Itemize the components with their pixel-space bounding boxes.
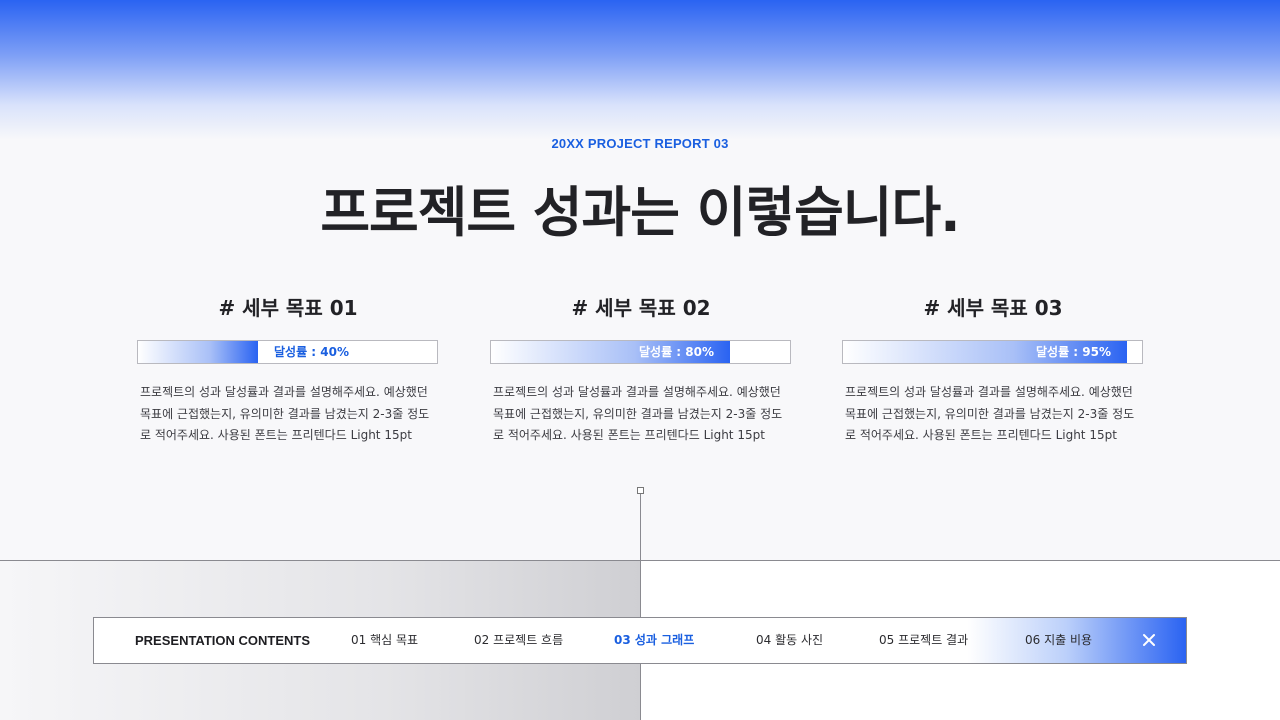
nav-item-project-result[interactable]: 05 프로젝트 결과 <box>879 618 968 663</box>
nav-item-expenses[interactable]: 06 지출 비용 <box>1025 618 1092 663</box>
goal-card-03: # 세부 목표 03 달성률 : 95% 프로젝트의 성과 달성률과 결과를 설… <box>842 294 1144 447</box>
nav-item-core-goal[interactable]: 01 핵심 목표 <box>351 618 418 663</box>
goal-title: # 세부 목표 02 <box>571 296 711 320</box>
progress-label: 달성률 : 40% <box>274 345 349 359</box>
goal-title: # 세부 목표 01 <box>218 296 358 320</box>
nav-item-performance-graph[interactable]: 03 성과 그래프 <box>614 618 694 663</box>
goal-card-01: # 세부 목표 01 달성률 : 40% 프로젝트의 성과 달성률과 결과를 설… <box>137 294 439 447</box>
progress-label: 달성률 : 80% <box>639 345 714 359</box>
top-gradient-band <box>0 0 1280 140</box>
goal-card-02: # 세부 목표 02 달성률 : 80% 프로젝트의 성과 달성률과 결과를 설… <box>490 294 792 447</box>
vertical-divider <box>640 494 641 720</box>
divider-anchor-marker <box>637 487 644 494</box>
progress-bar: 달성률 : 95% <box>842 340 1143 364</box>
goal-description: 프로젝트의 성과 달성률과 결과를 설명해주세요. 예상했던 목표에 근접했는지… <box>845 385 1135 442</box>
nav-item-activity-photos[interactable]: 04 활동 사진 <box>756 618 823 663</box>
goal-description: 프로젝트의 성과 달성률과 결과를 설명해주세요. 예상했던 목표에 근접했는지… <box>493 385 783 442</box>
goal-title: # 세부 목표 03 <box>923 296 1063 320</box>
progress-label: 달성률 : 95% <box>1036 345 1111 359</box>
progress-fill <box>138 341 258 363</box>
contents-navbar: PRESENTATION CONTENTS 01 핵심 목표 02 프로젝트 흐… <box>93 617 1187 664</box>
close-button[interactable] <box>1138 629 1160 651</box>
close-icon <box>1143 634 1155 646</box>
goal-description: 프로젝트의 성과 달성률과 결과를 설명해주세요. 예상했던 목표에 근접했는지… <box>140 385 430 442</box>
progress-bar: 달성률 : 80% <box>490 340 791 364</box>
page-title: 프로젝트 성과는 이렇습니다. <box>320 181 960 244</box>
nav-heading: PRESENTATION CONTENTS <box>135 633 311 648</box>
report-subtitle: 20XX PROJECT REPORT 03 <box>551 136 729 151</box>
progress-bar: 달성률 : 40% <box>137 340 438 364</box>
nav-item-project-flow[interactable]: 02 프로젝트 흐름 <box>474 618 563 663</box>
